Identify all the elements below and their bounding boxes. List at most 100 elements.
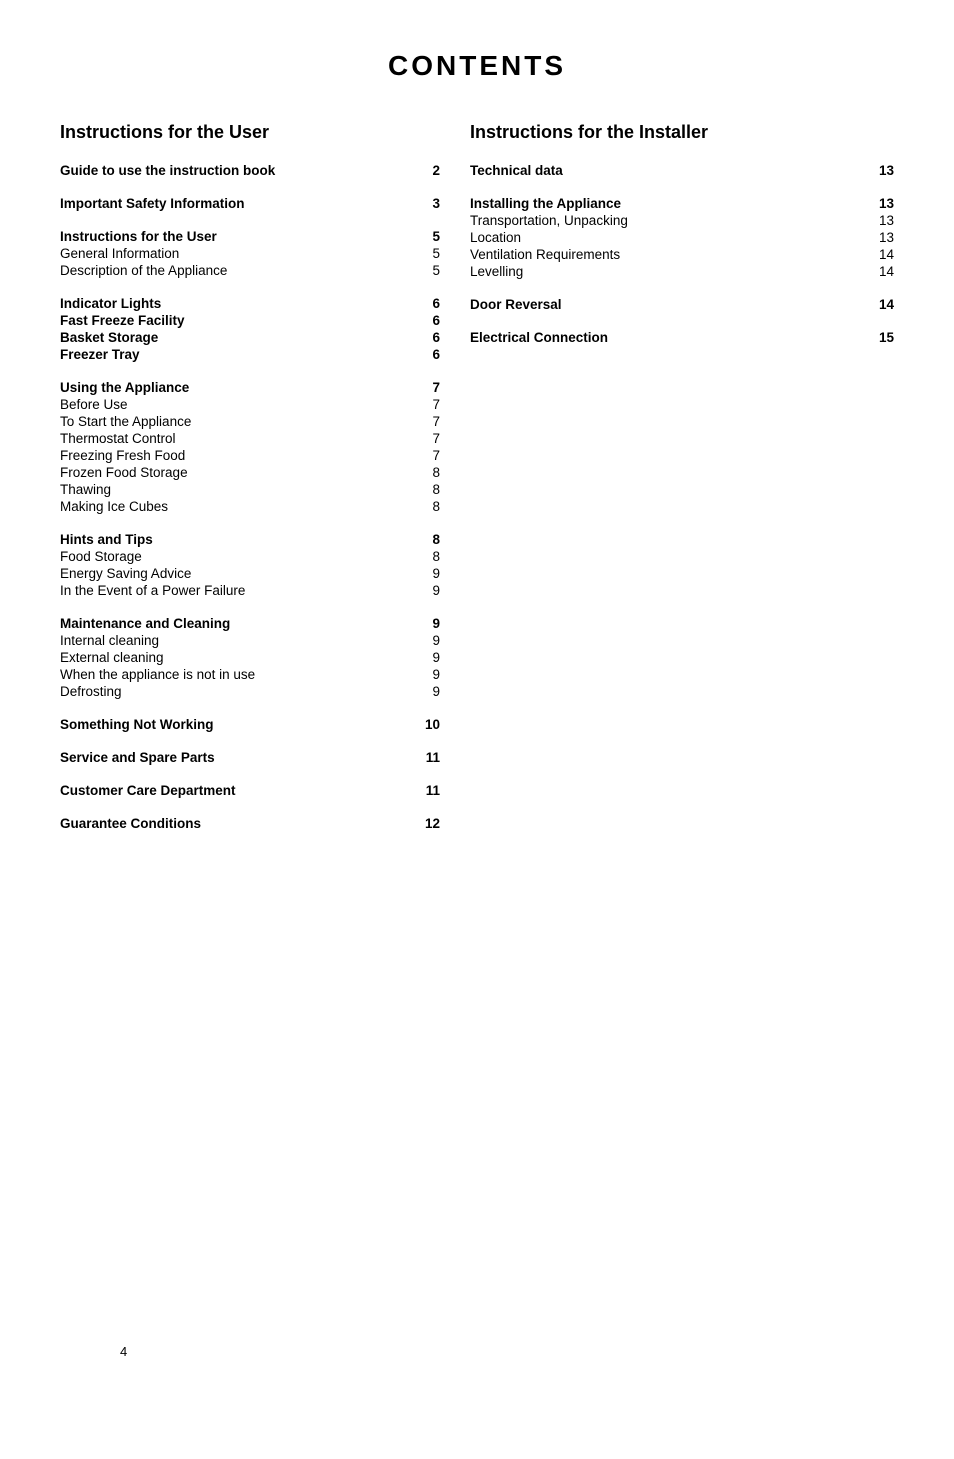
left-column: Instructions for the User Guide to use t… (60, 122, 440, 849)
toc-group-group-safety: Important Safety Information3 (60, 196, 440, 211)
toc-group-group-notworking: Something Not Working10 (60, 717, 440, 732)
toc-row: Frozen Food Storage8 (60, 465, 440, 480)
toc-label: Making Ice Cubes (60, 499, 420, 514)
toc-label: Levelling (470, 264, 874, 279)
toc-label: Electrical Connection (470, 330, 874, 345)
toc-row: Guarantee Conditions12 (60, 816, 440, 831)
toc-page: 6 (420, 330, 440, 345)
toc-label: Internal cleaning (60, 633, 420, 648)
toc-page: 9 (420, 633, 440, 648)
toc-label: Frozen Food Storage (60, 465, 420, 480)
toc-page: 8 (420, 465, 440, 480)
toc-label: Transportation, Unpacking (470, 213, 874, 228)
toc-label: Instructions for the User (60, 229, 420, 244)
toc-row: Using the Appliance7 (60, 380, 440, 395)
toc-row: Basket Storage6 (60, 330, 440, 345)
toc-page: 9 (420, 616, 440, 631)
toc-row: Before Use7 (60, 397, 440, 412)
toc-page: 14 (874, 297, 894, 312)
toc-label: Energy Saving Advice (60, 566, 420, 581)
toc-label: When the appliance is not in use (60, 667, 420, 682)
toc-group-group-instructions: Instructions for the User5General Inform… (60, 229, 440, 278)
toc-label: Important Safety Information (60, 196, 420, 211)
toc-label: Before Use (60, 397, 420, 412)
toc-row: Internal cleaning9 (60, 633, 440, 648)
toc-page: 3 (420, 196, 440, 211)
toc-row: General Information5 (60, 246, 440, 261)
toc-row: Instructions for the User5 (60, 229, 440, 244)
toc-group-group-customer: Customer Care Department11 (60, 783, 440, 798)
toc-page: 12 (420, 816, 440, 831)
toc-page: 8 (420, 482, 440, 497)
toc-row: Levelling14 (470, 264, 894, 279)
toc-label: Thermostat Control (60, 431, 420, 446)
toc-page: 9 (420, 583, 440, 598)
toc-page: 7 (420, 431, 440, 446)
toc-group-group-using: Using the Appliance7Before Use7To Start … (60, 380, 440, 514)
toc-label: Ventilation Requirements (470, 247, 874, 262)
page-number: 4 (120, 1344, 127, 1359)
toc-row: To Start the Appliance7 (60, 414, 440, 429)
toc-row: Food Storage8 (60, 549, 440, 564)
page-title: CONTENTS (60, 50, 894, 82)
toc-page: 6 (420, 296, 440, 311)
toc-label: Freezer Tray (60, 347, 420, 362)
toc-page: 11 (420, 750, 440, 765)
toc-row: External cleaning9 (60, 650, 440, 665)
toc-page: 6 (420, 347, 440, 362)
toc-group-group-service: Service and Spare Parts11 (60, 750, 440, 765)
toc-label: In the Event of a Power Failure (60, 583, 420, 598)
toc-page: 7 (420, 448, 440, 463)
toc-label: Service and Spare Parts (60, 750, 420, 765)
toc-label: Hints and Tips (60, 532, 420, 547)
toc-row: Door Reversal14 (470, 297, 894, 312)
toc-row: Location13 (470, 230, 894, 245)
toc-group-group-technical: Technical data13 (470, 163, 894, 178)
toc-label: Customer Care Department (60, 783, 420, 798)
toc-page: 13 (874, 196, 894, 211)
toc-label: Maintenance and Cleaning (60, 616, 420, 631)
left-column-heading: Instructions for the User (60, 122, 440, 143)
toc-group-group-electrical: Electrical Connection15 (470, 330, 894, 345)
toc-row: Description of the Appliance5 (60, 263, 440, 278)
toc-page: 14 (874, 247, 894, 262)
toc-row: Electrical Connection15 (470, 330, 894, 345)
toc-page: 9 (420, 650, 440, 665)
toc-row: Freezer Tray6 (60, 347, 440, 362)
toc-page: 5 (420, 263, 440, 278)
toc-group-group-guide: Guide to use the instruction book2 (60, 163, 440, 178)
toc-row: Important Safety Information3 (60, 196, 440, 211)
toc-row: Service and Spare Parts11 (60, 750, 440, 765)
toc-page: 8 (420, 549, 440, 564)
toc-row: Thermostat Control7 (60, 431, 440, 446)
toc-row: Maintenance and Cleaning9 (60, 616, 440, 631)
toc-row: Technical data13 (470, 163, 894, 178)
toc-page: 9 (420, 684, 440, 699)
toc-row: Freezing Fresh Food7 (60, 448, 440, 463)
toc-label: General Information (60, 246, 420, 261)
toc-page: 7 (420, 397, 440, 412)
toc-page: 8 (420, 499, 440, 514)
toc-page: 13 (874, 230, 894, 245)
toc-label: Indicator Lights (60, 296, 420, 311)
toc-row: Indicator Lights6 (60, 296, 440, 311)
toc-label: Food Storage (60, 549, 420, 564)
toc-row: When the appliance is not in use9 (60, 667, 440, 682)
toc-row: Thawing8 (60, 482, 440, 497)
right-column-heading: Instructions for the Installer (470, 122, 894, 143)
toc-group-group-guarantee: Guarantee Conditions12 (60, 816, 440, 831)
toc-label: Location (470, 230, 874, 245)
toc-group-group-indicator: Indicator Lights6Fast Freeze Facility6Ba… (60, 296, 440, 362)
toc-group-group-door: Door Reversal14 (470, 297, 894, 312)
toc-label: Using the Appliance (60, 380, 420, 395)
toc-row: Fast Freeze Facility6 (60, 313, 440, 328)
toc-group-group-hints: Hints and Tips8Food Storage8 Energy Savin… (60, 532, 440, 598)
toc-row: Guide to use the instruction book2 (60, 163, 440, 178)
toc-label: Fast Freeze Facility (60, 313, 420, 328)
toc-label: Freezing Fresh Food (60, 448, 420, 463)
toc-label: Door Reversal (470, 297, 874, 312)
toc-page: 6 (420, 313, 440, 328)
toc-page: 7 (420, 380, 440, 395)
toc-page: 9 (420, 566, 440, 581)
toc-label: External cleaning (60, 650, 420, 665)
